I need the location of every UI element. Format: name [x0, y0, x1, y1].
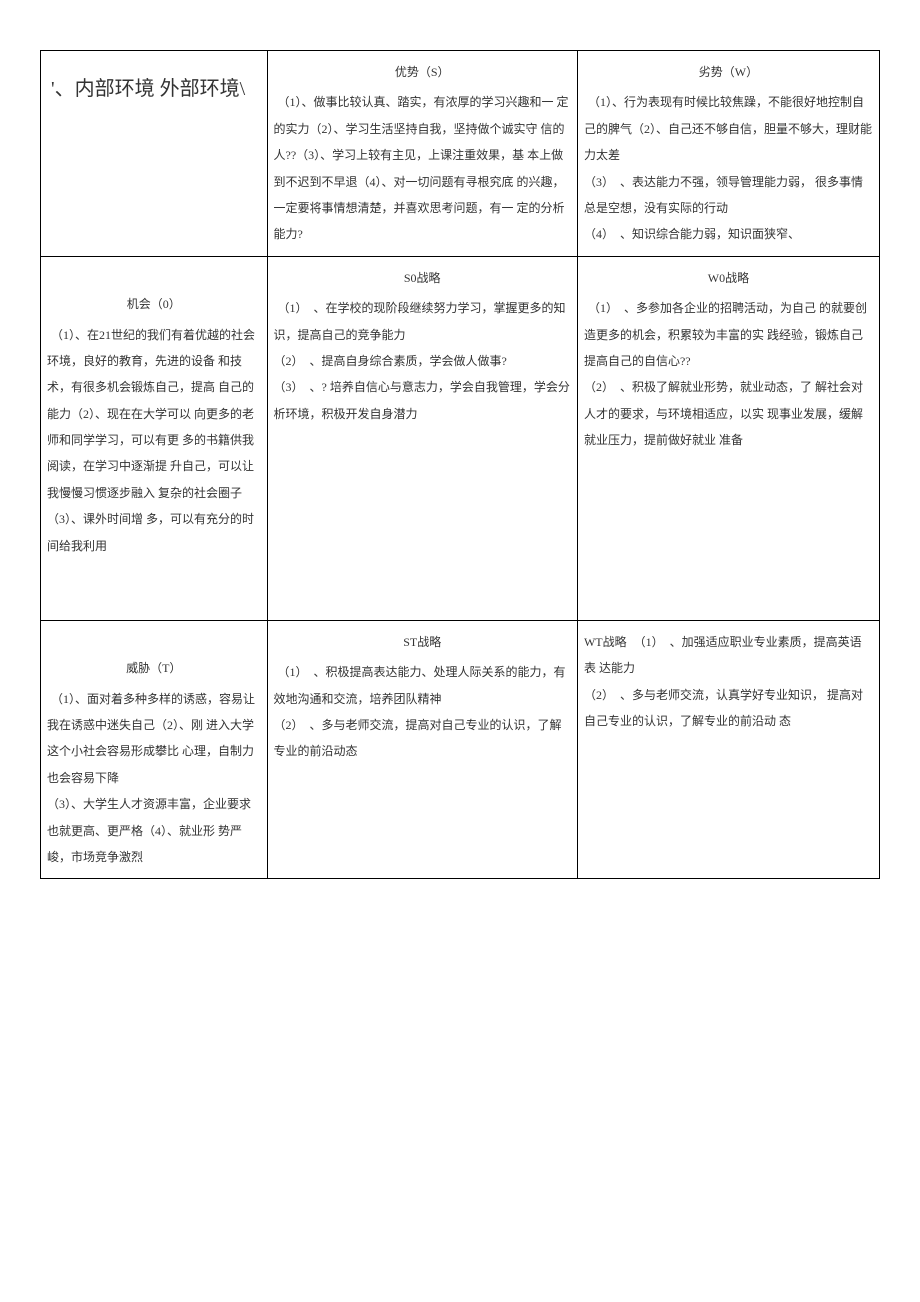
- threats-body: （1）、面对着多种多样的诱惑，容易让我在诱惑中迷失自己（2）、刚 进入大学这个小…: [47, 692, 255, 864]
- cell-weaknesses: 劣势（W） （1）、行为表现有时候比较焦躁，不能很好地控制自己的脾气（2）、自己…: [577, 51, 879, 257]
- st-title: ST战略: [274, 629, 571, 655]
- opportunities-body: （1）、在21世纪的我们有着优越的社会环境，良好的教育，先进的设备 和技术，有很…: [47, 328, 255, 553]
- swot-table: '、内部环境 外部环境\ 优势（S） （1）、做事比较认真、踏实，有浓厚的学习兴…: [40, 50, 880, 879]
- wo-body: （1） 、多参加各企业的招聘活动，为自己 的就要创造更多的机会，积累较为丰富的实…: [584, 301, 867, 447]
- header-environment: '、内部环境 外部环境\: [41, 51, 268, 257]
- so-title: S0战略: [274, 265, 571, 291]
- table-row: 机会（0） （1）、在21世纪的我们有着优越的社会环境，良好的教育，先进的设备 …: [41, 256, 880, 620]
- wt-title: WT战略: [584, 635, 627, 649]
- cell-st-strategy: ST战略 （1） 、积极提高表达能力、处理人际关系的能力，有 效地沟通和交流，培…: [267, 620, 577, 879]
- threats-title: 威胁（T）: [47, 655, 261, 681]
- opportunities-title: 机会（0）: [47, 291, 261, 317]
- cell-strengths: 优势（S） （1）、做事比较认真、踏实，有浓厚的学习兴趣和一 定的实力（2）、学…: [267, 51, 577, 257]
- cell-wt-strategy: WT战略 （1） 、加强适应职业专业素质，提高英语表 达能力（2） 、多与老师交…: [577, 620, 879, 879]
- strengths-title: 优势（S）: [274, 59, 571, 85]
- header-text: '、内部环境 外部环境\: [51, 78, 245, 100]
- table-row: 威胁（T） （1）、面对着多种多样的诱惑，容易让我在诱惑中迷失自己（2）、刚 进…: [41, 620, 880, 879]
- st-body: （1） 、积极提高表达能力、处理人际关系的能力，有 效地沟通和交流，培养团队精神…: [274, 665, 566, 758]
- table-row: '、内部环境 外部环境\ 优势（S） （1）、做事比较认真、踏实，有浓厚的学习兴…: [41, 51, 880, 257]
- weaknesses-title: 劣势（W）: [584, 59, 873, 85]
- weaknesses-body: （1）、行为表现有时候比较焦躁，不能很好地控制自己的脾气（2）、自己还不够自信，…: [584, 95, 872, 241]
- so-body: （1） 、在学校的现阶段继续努力学习，掌握更多的知 识，提高自己的竞争能力（2）…: [274, 301, 570, 421]
- wo-title: W0战略: [584, 265, 873, 291]
- cell-threats: 威胁（T） （1）、面对着多种多样的诱惑，容易让我在诱惑中迷失自己（2）、刚 进…: [41, 620, 268, 879]
- cell-opportunities: 机会（0） （1）、在21世纪的我们有着优越的社会环境，良好的教育，先进的设备 …: [41, 256, 268, 620]
- cell-wo-strategy: W0战略 （1） 、多参加各企业的招聘活动，为自己 的就要创造更多的机会，积累较…: [577, 256, 879, 620]
- strengths-body: （1）、做事比较认真、踏实，有浓厚的学习兴趣和一 定的实力（2）、学习生活坚持自…: [274, 95, 569, 241]
- cell-so-strategy: S0战略 （1） 、在学校的现阶段继续努力学习，掌握更多的知 识，提高自己的竞争…: [267, 256, 577, 620]
